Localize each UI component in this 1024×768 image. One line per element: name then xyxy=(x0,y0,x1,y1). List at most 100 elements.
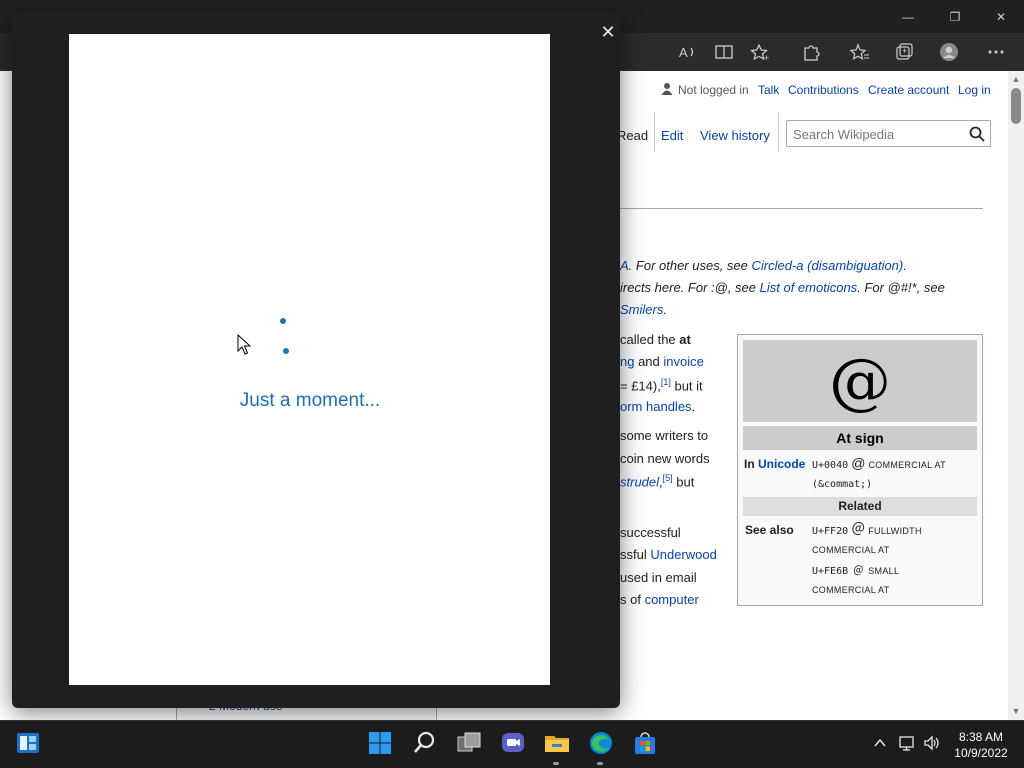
body-line: some writers to xyxy=(620,428,709,443)
citation-link[interactable]: [1] xyxy=(661,377,671,387)
body-line: successful xyxy=(620,525,681,540)
body-line: strudel,[5] but xyxy=(620,473,694,489)
talk-link[interactable]: Talk xyxy=(758,83,779,97)
char-name: COMMERCIAL AT xyxy=(868,460,946,470)
html-entity: (&commat;) xyxy=(812,479,873,490)
glyph: ＠ xyxy=(851,521,866,537)
loading-spinner-dot xyxy=(283,348,289,354)
collections-icon[interactable]: + xyxy=(893,42,915,62)
citation-link[interactable]: [5] xyxy=(663,473,673,483)
body-text: ssful xyxy=(620,547,651,562)
page-scrollbar[interactable] xyxy=(1008,71,1024,720)
code-point: U+FF20 xyxy=(812,526,849,537)
list-of-emoticons-link[interactable]: List of emoticons xyxy=(760,280,858,295)
widgets-icon[interactable] xyxy=(14,729,42,757)
read-aloud-icon[interactable]: A xyxy=(677,42,699,62)
body-line: called the at xyxy=(620,332,691,347)
infobox-image: @ xyxy=(743,340,977,422)
browser-close-button[interactable]: ✕ xyxy=(986,6,1016,28)
infobox-title: At sign xyxy=(743,426,977,450)
hatnote-link[interactable]: A xyxy=(620,258,629,273)
search-icon[interactable] xyxy=(968,125,986,143)
scroll-down-arrow[interactable]: ▼ xyxy=(1010,706,1022,716)
invoice-link[interactable]: invoice xyxy=(663,354,703,369)
running-indicator xyxy=(553,762,559,765)
favorites-icon[interactable] xyxy=(849,42,871,62)
body-line: ssful Underwood xyxy=(620,547,717,562)
not-logged-in-text: Not logged in xyxy=(678,83,749,97)
contributions-link[interactable]: Contributions xyxy=(788,83,859,97)
profile-avatar-icon[interactable] xyxy=(938,42,960,62)
loading-message: Just a moment... xyxy=(239,390,381,411)
extensions-icon[interactable] xyxy=(800,42,822,62)
tab-view-history[interactable]: View history xyxy=(700,128,770,143)
edge-icon[interactable] xyxy=(587,729,615,757)
scrollbar-thumb[interactable] xyxy=(1011,88,1021,124)
svg-text:A: A xyxy=(679,45,688,60)
unicode-value: U+0040 @ COMMERCIAL AT (&commat;) xyxy=(812,454,946,494)
char-name: COMMERCIAL AT xyxy=(812,585,890,595)
hatnote-text: . xyxy=(903,258,907,273)
body-text: . xyxy=(691,399,696,414)
bold-term: at xyxy=(679,332,691,347)
restore-button[interactable]: ❐ xyxy=(940,6,970,28)
hatnote-line-1: A. For other uses, see Circled-a (disamb… xyxy=(620,258,907,273)
more-options-icon[interactable] xyxy=(985,42,1007,62)
glyph: @ xyxy=(851,455,866,471)
tab-edit[interactable]: Edit xyxy=(661,128,683,143)
infobox: @ At sign In Unicode U+0040 @ COMMERCIAL… xyxy=(737,334,983,606)
unicode-label: In Unicode xyxy=(744,457,805,471)
search-input[interactable] xyxy=(793,125,963,143)
create-account-link[interactable]: Create account xyxy=(868,83,949,97)
infobox-related-header: Related xyxy=(743,497,977,516)
hatnote-text: . For @#!*, see xyxy=(857,280,945,295)
log-in-link[interactable]: Log in xyxy=(958,83,991,97)
accounting-link[interactable]: ng xyxy=(620,354,634,369)
label-text: In xyxy=(744,457,758,471)
body-line: coin new words xyxy=(620,451,710,466)
file-explorer-icon[interactable] xyxy=(543,729,571,757)
unicode-link[interactable]: Unicode xyxy=(758,457,805,471)
underwood-link[interactable]: Underwood xyxy=(650,547,717,562)
tab-read[interactable]: Read xyxy=(617,128,648,143)
mouse-cursor-icon xyxy=(237,333,252,356)
volume-icon[interactable] xyxy=(923,734,941,752)
minimize-button[interactable]: — xyxy=(893,6,923,28)
handles-link[interactable]: handles xyxy=(646,399,692,414)
loading-spinner-dot xyxy=(280,318,286,324)
tab-divider xyxy=(778,112,779,152)
see-also-value: U+FF20 ＠ FULLWIDTH COMMERCIAL AT U+FE6B … xyxy=(812,520,922,600)
body-text: but xyxy=(672,474,695,490)
scroll-up-arrow[interactable]: ▲ xyxy=(1010,74,1022,84)
computer-link[interactable]: computer xyxy=(645,592,699,607)
chevron-up-icon[interactable] xyxy=(871,734,889,752)
clock-date[interactable]: 10/9/2022 xyxy=(950,746,1012,760)
see-also-label: See also xyxy=(745,523,794,537)
char-name: FULLWIDTH xyxy=(868,526,922,536)
circled-a-disambiguation-link[interactable]: Circled-a (disambiguation) xyxy=(752,258,904,273)
task-view-icon[interactable] xyxy=(455,729,483,757)
body-text: but it xyxy=(670,378,703,394)
hatnote-text: irects here. For :@, see xyxy=(620,280,760,295)
char-name: SMALL xyxy=(868,566,900,576)
search-icon[interactable] xyxy=(411,729,439,757)
chat-icon[interactable] xyxy=(499,729,527,757)
add-favorite-icon[interactable]: + xyxy=(749,42,771,63)
platform-link[interactable]: orm xyxy=(620,399,642,414)
body-text: called the xyxy=(620,332,680,347)
store-icon[interactable] xyxy=(631,729,659,757)
start-icon[interactable] xyxy=(366,729,394,757)
strudel-link[interactable]: strudel xyxy=(620,474,659,489)
heading-divider xyxy=(620,208,983,209)
immersive-reader-icon[interactable] xyxy=(713,42,735,62)
body-line: s of computer xyxy=(620,592,699,607)
clock-time[interactable]: 8:38 AM xyxy=(950,730,1012,744)
tab-divider xyxy=(654,112,655,152)
body-line: orm handles. xyxy=(620,399,695,414)
dialog-close-button[interactable]: ✕ xyxy=(596,20,620,44)
network-icon[interactable] xyxy=(898,734,916,752)
smilers-link[interactable]: Smilers xyxy=(620,302,663,317)
code-point: U+0040 xyxy=(812,460,849,471)
char-name: COMMERCIAL AT xyxy=(812,545,890,555)
body-line: ng and invoice xyxy=(620,354,704,369)
